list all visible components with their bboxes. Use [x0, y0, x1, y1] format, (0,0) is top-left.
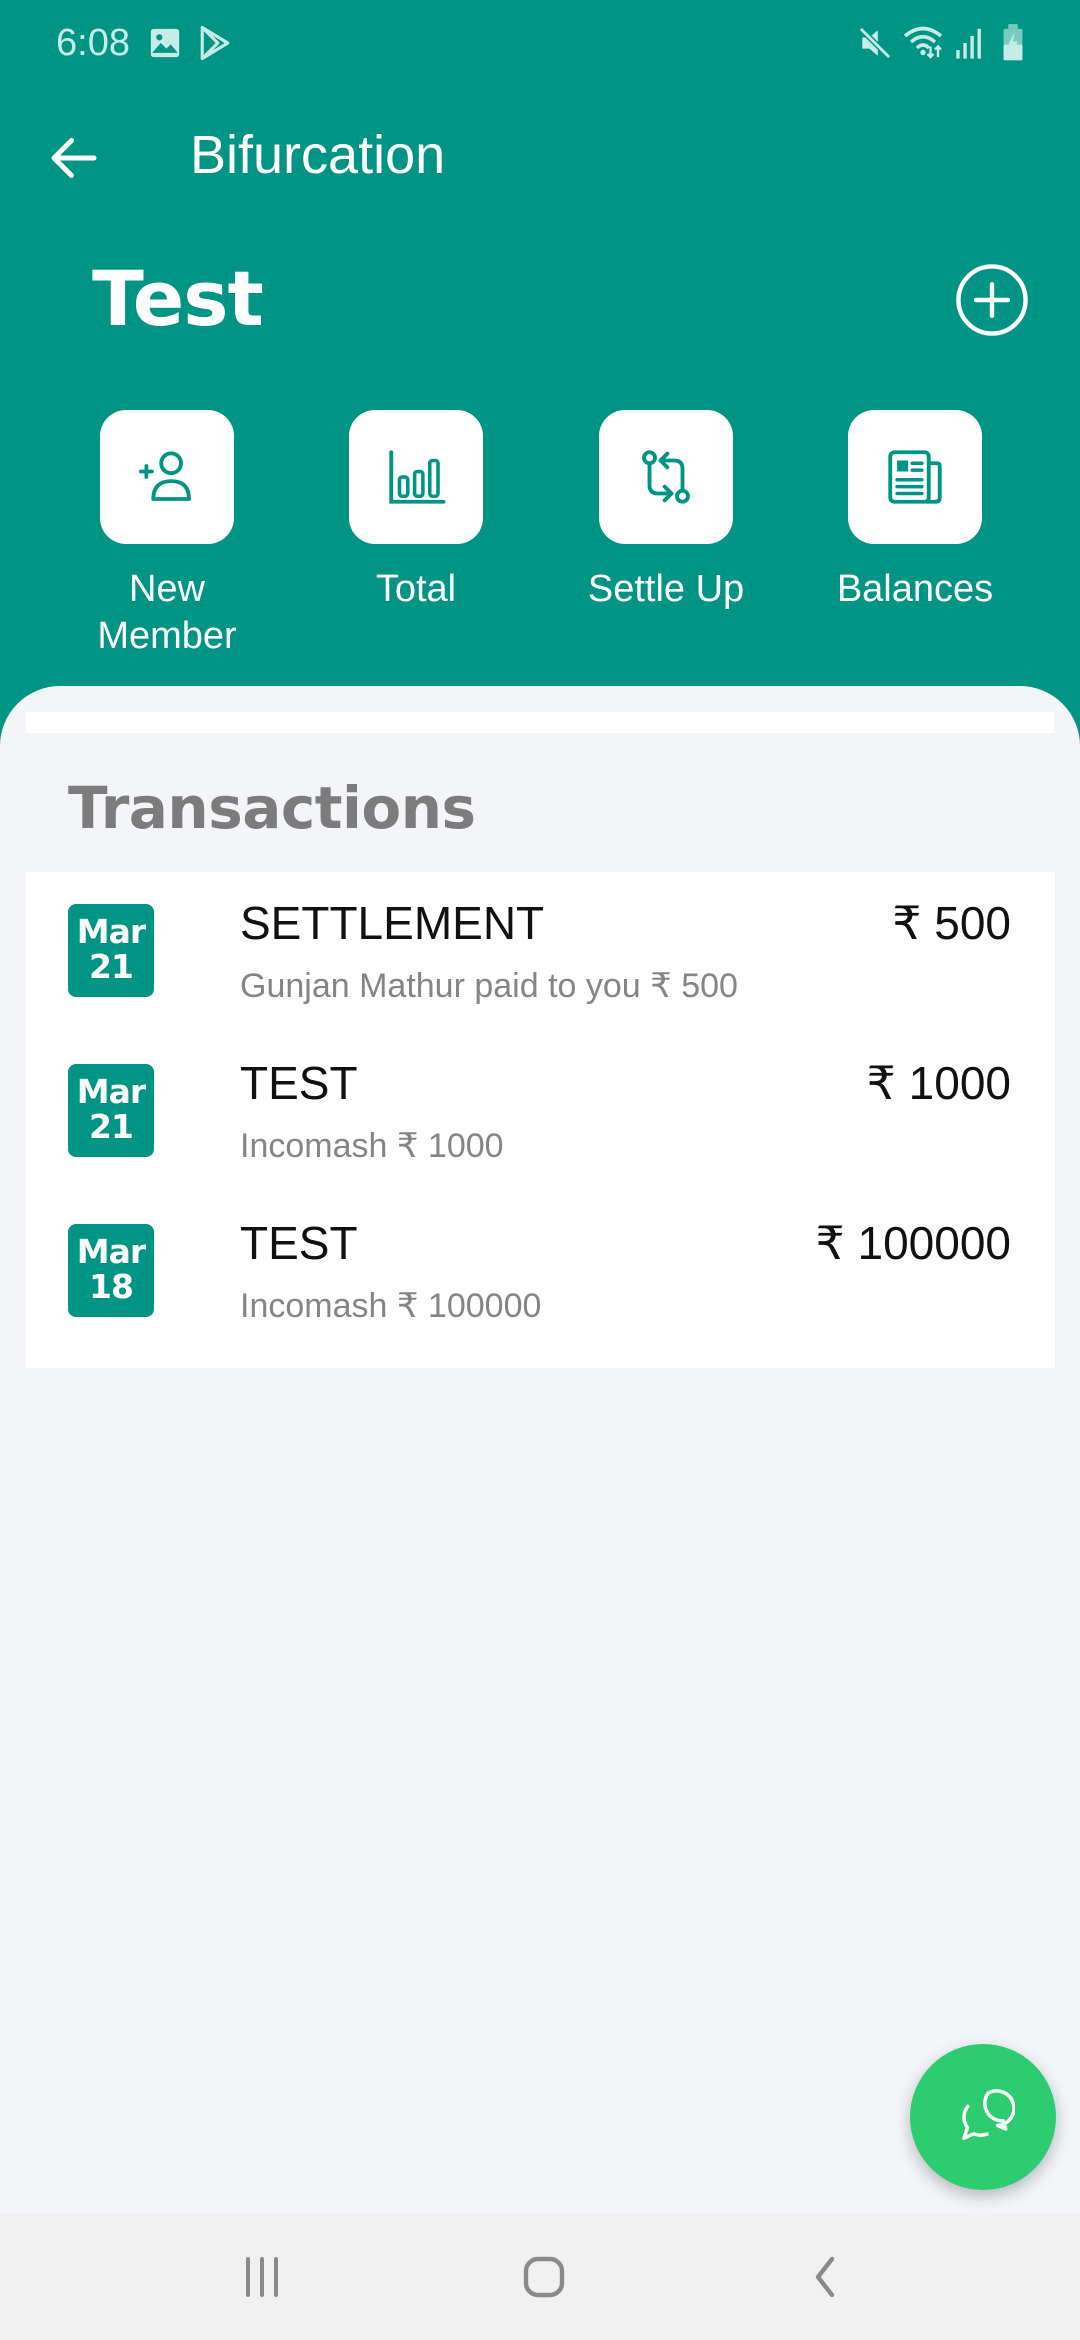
chevron-left-icon [815, 2256, 835, 2298]
transaction-amount: ₹ 100000 [815, 1217, 1011, 1269]
transaction-subtitle: Incomash ₹ 100000 [240, 1287, 542, 1325]
transaction-subtitle: Gunjan Mathur paid to you ₹ 500 [240, 967, 738, 1005]
balances-label: Balances [836, 568, 994, 610]
date-day: 18 [89, 1267, 134, 1306]
bar-chart-icon [389, 450, 446, 504]
transactions-list: Mar 21 SETTLEMENT Gunjan Mathur paid to … [26, 872, 1055, 1368]
status-time: 6:08 [56, 22, 130, 64]
chat-fab-button[interactable] [910, 2044, 1056, 2190]
arrow-left-icon [51, 138, 97, 178]
total-button[interactable] [349, 410, 483, 544]
home-button[interactable] [504, 2244, 584, 2310]
newspaper-icon [888, 450, 942, 504]
total-label: Total [375, 568, 457, 610]
date-month: Mar [76, 912, 146, 951]
status-bar: 6:08 [0, 0, 1080, 90]
plus-circle-icon [956, 264, 1028, 336]
image-icon [148, 26, 182, 65]
new-member-button[interactable] [100, 410, 234, 544]
recent-apps-button[interactable] [222, 2244, 302, 2310]
swap-icon [642, 450, 690, 504]
signal-icon [954, 26, 984, 65]
transaction-row[interactable]: Mar 21 SETTLEMENT Gunjan Mathur paid to … [26, 872, 1055, 1032]
transactions-title: Transactions [68, 774, 476, 842]
total-action[interactable]: Total [326, 410, 506, 613]
summary-strip [26, 712, 1054, 733]
battery-charging-icon [1002, 24, 1024, 67]
transaction-title: TEST [240, 1057, 358, 1109]
recent-apps-icon [246, 2257, 278, 2297]
balances-button[interactable] [848, 410, 982, 544]
transaction-row[interactable]: Mar 18 TEST Incomash ₹ 100000 ₹ 100000 [26, 1192, 1055, 1352]
transaction-row[interactable]: Mar 21 TEST Incomash ₹ 1000 ₹ 1000 [26, 1032, 1055, 1192]
transaction-amount: ₹ 500 [892, 897, 1011, 949]
system-back-button[interactable] [784, 2244, 864, 2310]
home-icon [523, 2256, 565, 2298]
date-day: 21 [89, 1107, 134, 1146]
date-badge: Mar 21 [68, 904, 154, 997]
transaction-subtitle: Incomash ₹ 1000 [240, 1127, 504, 1165]
date-month: Mar [76, 1232, 146, 1271]
new-member-label: New Member [97, 568, 237, 657]
chat-icon [962, 2089, 1015, 2141]
balances-action[interactable]: Balances [825, 410, 1005, 613]
transaction-title: SETTLEMENT [240, 897, 545, 949]
add-expense-button[interactable] [954, 262, 1030, 338]
add-user-icon [138, 451, 191, 501]
play-store-icon [198, 24, 232, 67]
app-title: Bifurcation [190, 125, 446, 185]
group-name: Test [92, 254, 264, 343]
new-member-action[interactable]: New Member [77, 410, 257, 660]
date-day: 21 [89, 947, 134, 986]
date-badge: Mar 21 [68, 1064, 154, 1157]
transaction-amount: ₹ 1000 [866, 1057, 1011, 1109]
system-nav-bar [0, 2214, 1080, 2340]
settle-up-label: Settle Up [587, 568, 745, 610]
back-button[interactable] [44, 128, 104, 188]
mute-icon [858, 26, 892, 65]
date-badge: Mar 18 [68, 1224, 154, 1317]
wifi-icon [902, 24, 944, 65]
transaction-title: TEST [240, 1217, 358, 1269]
settle-up-button[interactable] [599, 410, 733, 544]
settle-up-action[interactable]: Settle Up [576, 410, 756, 613]
date-month: Mar [76, 1072, 146, 1111]
